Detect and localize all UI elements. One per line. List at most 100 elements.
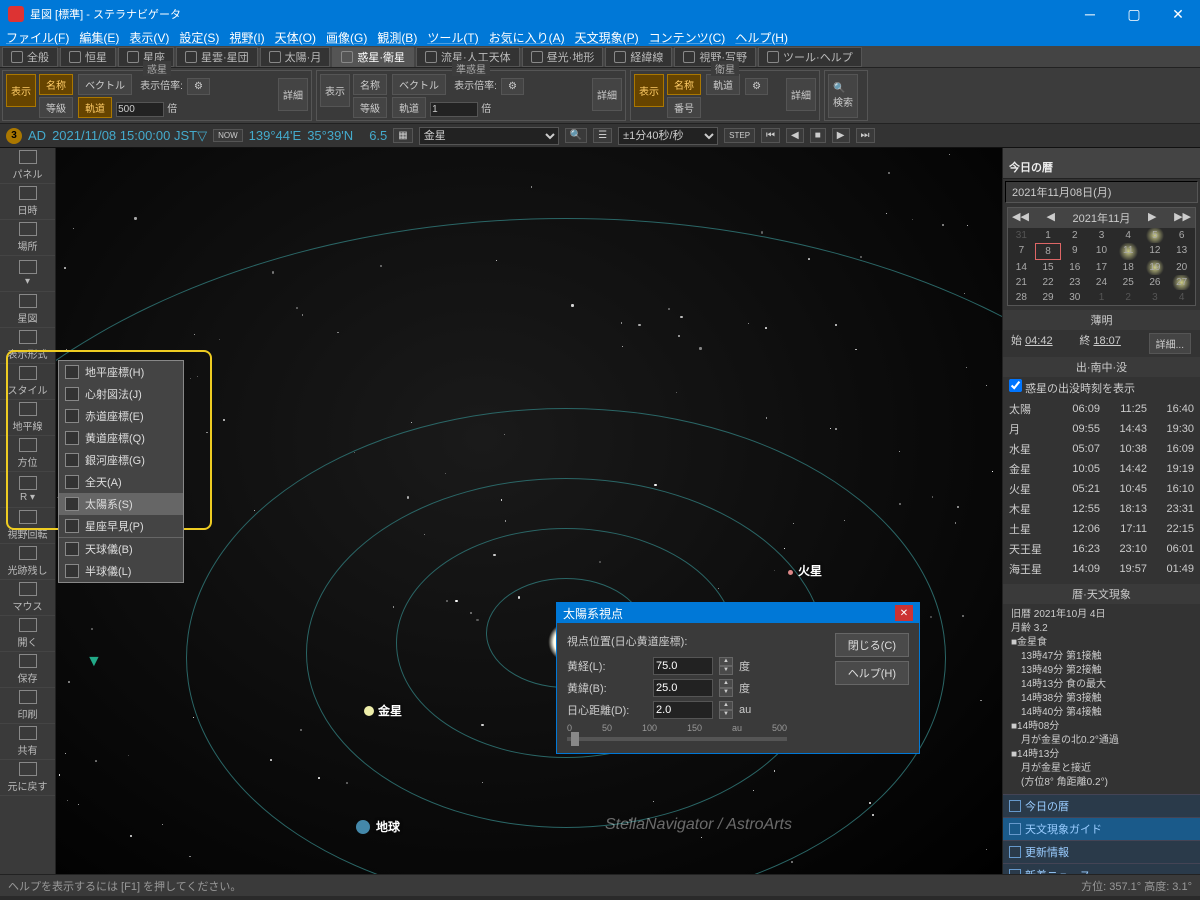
calendar-grid[interactable]: 3112345678910111213141516171819202122232… (1008, 228, 1195, 305)
cal-prev-month[interactable]: ◀ (1047, 210, 1055, 226)
calendar-day[interactable]: 21 (1008, 275, 1035, 290)
menu-item[interactable]: 画像(G) (326, 29, 367, 46)
calendar-day[interactable]: 27 (1168, 275, 1195, 290)
left-tool[interactable]: 地平線 (0, 400, 55, 436)
distance-slider[interactable] (567, 737, 787, 741)
calendar-day[interactable]: 1 (1088, 290, 1115, 305)
fov-value[interactable]: 6.5 (369, 128, 387, 143)
rewind-button[interactable]: ◀ (786, 128, 804, 143)
left-tool[interactable]: 場所 (0, 220, 55, 256)
vector-button[interactable]: ベクトル (78, 74, 132, 95)
datetime[interactable]: 2021/11/08 15:00:00 JST▽ (52, 128, 207, 144)
calendar-day[interactable]: 20 (1168, 260, 1195, 275)
left-tool[interactable]: 視野回転 (0, 508, 55, 544)
menu-item[interactable]: 赤道座標(E) (59, 405, 183, 427)
category-tab[interactable]: 経緯線 (605, 47, 672, 67)
lat-input[interactable] (653, 679, 713, 697)
sky-view[interactable]: 視野90.0 火星 水星 金星 地球 StellaNavigator / Ast… (56, 148, 1002, 874)
name-button[interactable]: 名称 (39, 74, 73, 95)
category-tab[interactable]: 太陽·月 (260, 47, 331, 67)
calendar-day[interactable]: 2 (1061, 228, 1088, 243)
display-button[interactable]: 表示 (320, 74, 350, 107)
menu-item[interactable]: お気に入り(A) (489, 29, 565, 46)
left-tool[interactable]: 光跡残し (0, 544, 55, 580)
menu-item[interactable]: 天体(O) (275, 29, 316, 46)
pan-marker[interactable]: ▼ (86, 653, 102, 671)
calendar-day[interactable]: 28 (1008, 290, 1035, 305)
calendar-day[interactable]: 26 (1142, 275, 1169, 290)
menu-item[interactable]: 視野(I) (229, 29, 264, 46)
menu-item[interactable]: ヘルプ(H) (735, 29, 788, 46)
num-button[interactable]: 番号 (667, 97, 701, 118)
left-tool[interactable]: 星図 (0, 292, 55, 328)
left-tool[interactable]: パネル (0, 148, 55, 184)
calendar-day[interactable]: 15 (1035, 260, 1062, 275)
list-icon[interactable]: ☰ (593, 128, 612, 143)
step-settings[interactable]: STEP (724, 128, 755, 143)
left-tool[interactable]: 表示形式 (0, 328, 55, 364)
category-tab[interactable]: 全般 (2, 47, 58, 67)
left-tool[interactable]: スタイル (0, 364, 55, 400)
calendar-day[interactable]: 18 (1115, 260, 1142, 275)
calendar-day[interactable]: 7 (1008, 243, 1035, 260)
display-button[interactable]: 表示 (634, 74, 664, 107)
name-button[interactable]: 名称 (667, 74, 701, 95)
longitude[interactable]: 139°44'E (249, 128, 302, 143)
calendar-day[interactable]: 14 (1008, 260, 1035, 275)
calendar-day[interactable]: 12 (1142, 243, 1169, 260)
category-tab[interactable]: ツール·ヘルプ (758, 47, 862, 67)
dialog-help-button[interactable]: ヘルプ(H) (835, 661, 909, 685)
object-select[interactable]: 金星 (419, 127, 559, 145)
calendar-day[interactable]: 16 (1061, 260, 1088, 275)
left-tool[interactable]: 方位 (0, 436, 55, 472)
calendar-day[interactable]: 3 (1088, 228, 1115, 243)
search-button[interactable]: 🔍検索 (828, 74, 858, 118)
close-button[interactable]: ✕ (1156, 0, 1200, 28)
left-tool[interactable]: 印刷 (0, 688, 55, 724)
cal-prev-year[interactable]: ◀◀ (1012, 210, 1029, 226)
menu-item[interactable]: 心射図法(J) (59, 383, 183, 405)
menu-item[interactable]: 星座早見(P) (59, 515, 183, 537)
left-tool[interactable]: 日時 (0, 184, 55, 220)
menu-item[interactable]: 表示(V) (129, 29, 169, 46)
calendar-day[interactable]: 8 (1035, 243, 1062, 260)
menu-item[interactable]: ツール(T) (427, 29, 478, 46)
calendar-day[interactable]: 4 (1115, 228, 1142, 243)
riseset-checkbox[interactable] (1009, 379, 1022, 392)
calendar-day[interactable]: 29 (1035, 290, 1062, 305)
left-tool[interactable]: R ▾ (0, 472, 55, 508)
minimize-button[interactable]: ─ (1068, 0, 1112, 28)
calendar-day[interactable]: 3 (1142, 290, 1169, 305)
detail-button[interactable]: 詳細 (786, 78, 816, 111)
panel-link[interactable]: 新着ニュース (1003, 863, 1200, 874)
lon-spinner[interactable]: ▲▼ (719, 657, 733, 675)
menu-item[interactable]: 半球儀(L) (59, 560, 183, 582)
mag-button[interactable]: 等級 (353, 97, 387, 118)
menu-item[interactable]: 編集(E) (79, 29, 119, 46)
menu-item[interactable]: 地平座標(H) (59, 361, 183, 383)
gear-icon[interactable]: ⚙ (187, 78, 210, 95)
lon-input[interactable] (653, 657, 713, 675)
ratio-input[interactable] (116, 102, 164, 117)
gear-icon[interactable]: ⚙ (745, 78, 768, 95)
dialog-close-button[interactable]: ✕ (895, 605, 913, 621)
mag-button[interactable]: 等級 (39, 97, 73, 118)
gear-icon[interactable]: ⚙ (501, 78, 524, 95)
panel-link[interactable]: 天文現象ガイド (1003, 817, 1200, 840)
calendar-day[interactable]: 2 (1115, 290, 1142, 305)
cal-next-month[interactable]: ▶ (1148, 210, 1156, 226)
left-tool[interactable]: 開く (0, 616, 55, 652)
dist-input[interactable] (653, 701, 713, 719)
menu-item[interactable]: 観測(B) (377, 29, 417, 46)
calendar-day[interactable]: 10 (1088, 243, 1115, 260)
left-tool[interactable]: 保存 (0, 652, 55, 688)
calendar-day[interactable]: 4 (1168, 290, 1195, 305)
detail-button[interactable]: 詳細 (592, 78, 622, 111)
twilight-detail-button[interactable]: 詳細... (1149, 333, 1191, 354)
category-tab[interactable]: 恒星 (60, 47, 116, 67)
rewind-fast-button[interactable]: ⏮ (761, 128, 780, 143)
calendar-day[interactable]: 22 (1035, 275, 1062, 290)
search-icon[interactable]: 🔍 (565, 128, 587, 143)
calendar-day[interactable]: 5 (1142, 228, 1169, 243)
forward-fast-button[interactable]: ⏭ (856, 128, 875, 143)
